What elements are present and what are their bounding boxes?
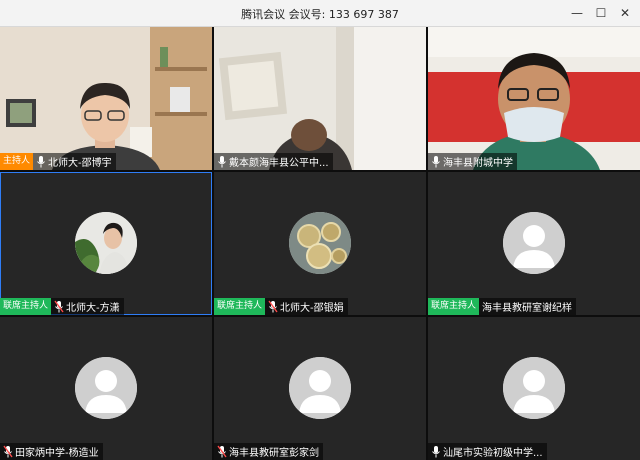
mic-muted-icon [54,300,64,312]
video-tile-9[interactable]: 汕尾市实验初级中学... [428,317,640,460]
participant-label: 海丰县教研室彭家剑 [214,443,323,460]
participant-name: 北师大-方潇 [66,303,120,314]
camera-feed-masked [428,27,640,170]
cohost-badge: 联席主持人 [0,298,52,315]
participant-name: 汕尾市实验初级中学... [443,448,543,459]
default-avatar [289,357,351,419]
participant-name: 北师大-邵博宇 [48,158,112,169]
user-icon [503,357,565,419]
user-icon [503,212,565,274]
participant-label: 联席主持人 海丰县教研室谢纪样 [428,298,577,315]
mic-icon [218,155,226,167]
participant-name: 海丰县教研室彭家剑 [229,448,319,459]
participant-name: 北师大-邵银娟 [280,303,344,314]
maximize-button[interactable]: ☐ [590,3,612,23]
mic-icon [432,445,440,457]
participant-name: 海丰县教研室谢纪样 [482,303,573,314]
profile-photo-woman-avatar [75,212,137,274]
default-avatar [75,357,137,419]
video-tile-3[interactable]: 海丰县附城中学 [428,27,640,170]
video-grid: 主持人 北师大-邵博宇 戴本颜海丰县公平中... 海丰县附城中学 联席主持人 北… [0,27,640,460]
window-title: 腾讯会议 会议号: 133 697 387 [241,8,399,21]
mic-muted-icon [268,300,278,312]
video-tile-5[interactable]: 联席主持人 北师大-邵银娟 [214,172,426,315]
video-tile-2[interactable]: 戴本颜海丰县公平中... [214,27,426,170]
video-tile-1[interactable]: 主持人 北师大-邵博宇 [0,27,212,170]
participant-name: 海丰县附城中学 [443,158,513,169]
participant-label: 联席主持人 北师大-邵银娟 [214,298,348,315]
participant-name: 戴本颜海丰县公平中... [229,158,329,169]
participant-label: 主持人 北师大-邵博宇 [0,153,116,170]
minimize-button[interactable]: — [566,3,588,23]
video-tile-7[interactable]: 田家炳中学-杨造业 [0,317,212,460]
participant-label: 联席主持人 北师大-方潇 [0,298,124,315]
mic-icon [432,155,440,167]
participant-label: 海丰县附城中学 [428,153,517,170]
participant-label: 田家炳中学-杨造业 [0,443,103,460]
video-tile-8[interactable]: 海丰县教研室彭家剑 [214,317,426,460]
host-badge: 主持人 [0,153,34,170]
cohost-badge: 联席主持人 [428,298,480,315]
cohost-badge: 联席主持人 [214,298,266,315]
mic-icon [37,155,45,167]
user-icon [289,357,351,419]
video-tile-4[interactable]: 联席主持人 北师大-方潇 [0,172,212,315]
participant-label: 汕尾市实验初级中学... [428,443,547,460]
mic-muted-icon [3,445,13,457]
video-tile-6[interactable]: 联席主持人 海丰县教研室谢纪样 [428,172,640,315]
title-bar: 腾讯会议 会议号: 133 697 387 — ☐ ✕ [0,0,640,27]
participant-label: 戴本颜海丰县公平中... [214,153,333,170]
camera-feed-office [214,27,426,170]
close-button[interactable]: ✕ [614,3,636,23]
default-avatar [503,212,565,274]
default-avatar [503,357,565,419]
mic-muted-icon [217,445,227,457]
camera-feed-room [0,27,212,170]
participant-name: 田家炳中学-杨造业 [15,448,99,459]
user-icon [75,357,137,419]
profile-photo-coins-avatar [289,212,351,274]
